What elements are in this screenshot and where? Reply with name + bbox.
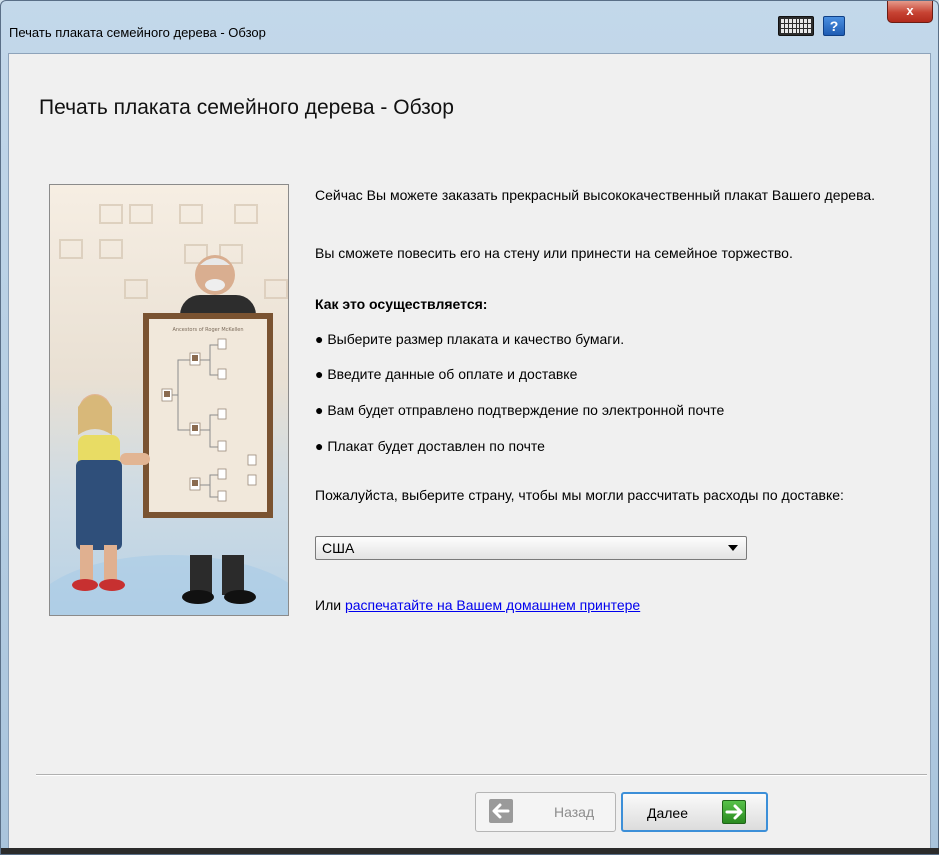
footer-divider <box>36 774 927 776</box>
family-poster-photo: Ancestors of Roger McKellen <box>49 184 289 616</box>
home-print-line: Или распечатайте на Вашем домашнем принт… <box>315 597 640 614</box>
dialog-content: Печать плаката семейного дерева - Обзор <box>8 53 931 850</box>
next-button[interactable]: Далее <box>621 792 768 832</box>
intro-text: Сейчас Вы можете заказать прекрасный выс… <box>315 187 876 203</box>
window-title: Печать плаката семейного дерева - Обзор <box>9 25 266 40</box>
close-button[interactable]: x <box>887 1 933 23</box>
dialog-window: Печать плаката семейного дерева - Обзор … <box>0 0 939 855</box>
taskbar-edge <box>1 848 939 854</box>
step-item: ● Вам будет отправлено подтверждение по … <box>315 402 725 418</box>
back-button-label: Назад <box>554 804 595 820</box>
help-icon[interactable]: ? <box>823 16 845 36</box>
poster-illustration: Ancestors of Roger McKellen <box>50 204 288 615</box>
intro-text-2: Вы сможете повесить его на стену или при… <box>315 245 793 261</box>
country-dropdown[interactable]: США <box>315 536 747 560</box>
how-it-works-heading: Как это осуществляется: <box>315 296 488 312</box>
chevron-down-icon[interactable] <box>728 545 738 551</box>
poster-title: Ancestors of Roger McKellen <box>172 327 243 333</box>
arrow-left-icon <box>489 799 513 823</box>
next-button-label: Далее <box>647 805 689 821</box>
home-print-prefix: Или <box>315 597 345 613</box>
step-item: ● Введите данные об оплате и доставке <box>315 366 578 382</box>
close-icon: x <box>906 3 914 18</box>
title-bar: Печать плаката семейного дерева - Обзор … <box>1 1 938 53</box>
step-item: ● Плакат будет доставлен по почте <box>315 438 545 454</box>
back-button[interactable]: Назад <box>475 792 616 832</box>
country-prompt: Пожалуйста, выберите страну, чтобы мы мо… <box>315 487 844 503</box>
keyboard-icon[interactable] <box>778 16 814 36</box>
page-title: Печать плаката семейного дерева - Обзор <box>39 96 454 119</box>
step-item: ● Выберите размер плаката и качество бум… <box>315 331 625 347</box>
home-print-link[interactable]: распечатайте на Вашем домашнем принтере <box>345 597 640 613</box>
arrow-right-icon <box>722 800 746 824</box>
country-selected-value: США <box>322 540 355 556</box>
